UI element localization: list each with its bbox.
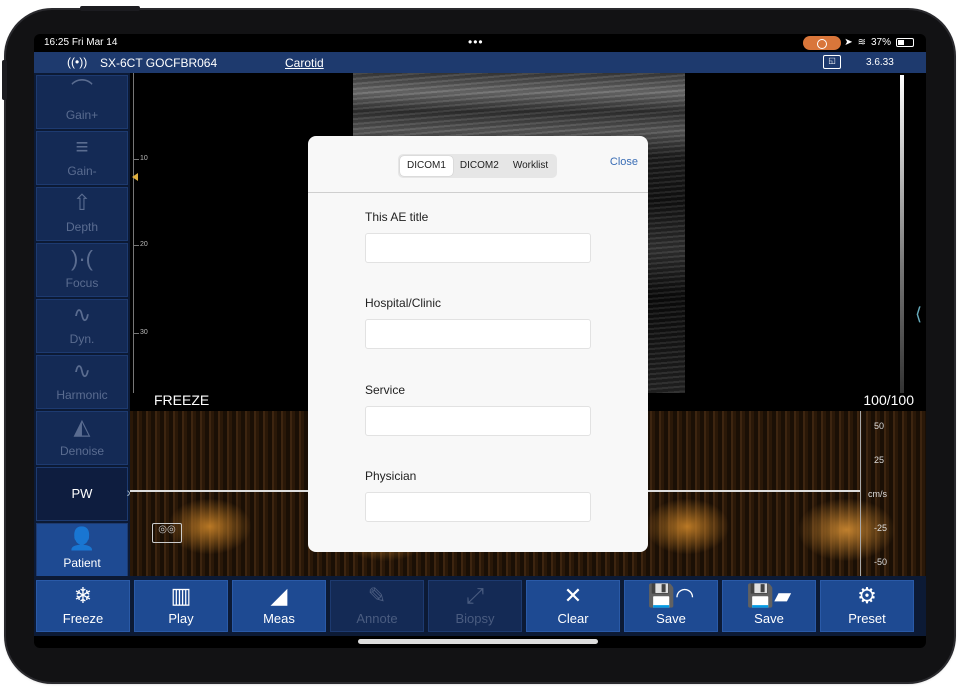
clear-button[interactable]: ✕ Clear: [526, 580, 620, 632]
dynamic-range-button[interactable]: ∿ Dyn.: [36, 299, 128, 353]
gain-up-button[interactable]: ⌒ Gain+: [36, 75, 128, 129]
wifi-icon: ≋: [857, 37, 866, 48]
save-image-button[interactable]: 💾◠ Save: [624, 580, 718, 632]
velocity-tick: 25: [874, 455, 885, 465]
play-button[interactable]: ▥ Play: [134, 580, 228, 632]
save-video-icon: 💾▰: [746, 583, 792, 608]
location-icon: ➤: [844, 37, 853, 48]
battery-percent: 37%: [870, 37, 891, 48]
tab-worklist[interactable]: Worklist: [506, 156, 555, 176]
biopsy-button[interactable]: ⤢ Biopsy: [428, 580, 522, 632]
cine-icon[interactable]: ◎◎: [152, 523, 182, 543]
x-icon: ✕: [563, 583, 583, 608]
gain-value: 100/100: [863, 392, 914, 408]
status-right: ➤ ≋ 37%: [844, 37, 914, 48]
hospital-label: Hospital/Clinic: [365, 296, 442, 310]
velocity-tick: -25: [874, 523, 888, 533]
bottom-toolbar: ❄ Freeze ▥ Play ◢ Meas ✎ Annote ⤢ Biopsy…: [34, 576, 926, 636]
velocity-tick: -50: [874, 557, 888, 567]
snowflake-icon: ❄: [73, 583, 93, 608]
ae-title-label: This AE title: [365, 210, 429, 224]
physician-label: Physician: [365, 469, 417, 483]
focus-icon: )·(: [71, 246, 93, 271]
screen-record-icon[interactable]: [803, 36, 841, 50]
depth-tick: 30: [140, 329, 148, 336]
preset-button[interactable]: ⚙ Preset: [820, 580, 914, 632]
velocity-tick: 50: [874, 421, 885, 431]
battery-icon: [896, 38, 914, 47]
dicom-settings-dialog: DICOM1 DICOM2 Worklist Close This AE tit…: [308, 136, 648, 552]
service-label: Service: [365, 383, 406, 397]
depth-icon: ⇧: [72, 190, 92, 215]
app-header: ((•)) SX-6CT GOCFBR064 Carotid ◱ 3.6.33: [34, 52, 926, 73]
harmonic-icon: ∿: [72, 358, 92, 383]
multitask-dots[interactable]: •••: [468, 35, 484, 49]
patient-icon: 👤: [68, 526, 96, 551]
save-video-button[interactable]: 💾▰ Save: [722, 580, 816, 632]
probe-signal-icon: ((•)): [67, 55, 88, 69]
velocity-scale-line: [860, 411, 861, 576]
dynamic-range-icon: ∿: [72, 302, 92, 327]
gear-icon: ⚙: [857, 583, 877, 608]
camera-icon[interactable]: ◱: [823, 55, 841, 69]
physician-input[interactable]: [365, 492, 591, 522]
biopsy-icon: ⤢: [466, 583, 484, 608]
sidebar: ⌒ Gain+ ≡ Gain- ⇧ Depth )·( Focus ∿ Dyn.…: [34, 73, 131, 577]
gain-down-button[interactable]: ≡ Gain-: [36, 131, 128, 185]
status-time: 16:25 Fri Mar 14: [44, 37, 118, 48]
denoise-icon: ◭: [73, 414, 91, 439]
velocity-unit: cm/s: [868, 489, 887, 499]
patient-button[interactable]: 👤 Patient: [36, 523, 128, 577]
depth-ruler: [133, 73, 134, 393]
status-bar: 16:25 Fri Mar 14 ••• ➤ ≋ 37%: [34, 34, 926, 52]
pw-mode-button[interactable]: PW ›: [36, 467, 131, 521]
harmonic-button[interactable]: ∿ Harmonic: [36, 355, 128, 409]
gray-scale-bar: [900, 75, 904, 393]
annotate-button[interactable]: ✎ Annote: [330, 580, 424, 632]
freeze-button[interactable]: ❄ Freeze: [36, 580, 130, 632]
tab-dicom2[interactable]: DICOM2: [453, 156, 506, 176]
depth-tick: 20: [140, 241, 148, 248]
ruler-icon: ◢: [270, 583, 288, 608]
screen: 16:25 Fri Mar 14 ••• ➤ ≋ 37% ((•)) SX-6C…: [34, 34, 926, 648]
depth-tick: 10: [140, 155, 148, 162]
ae-title-input[interactable]: [365, 233, 591, 263]
probe-name: SX-6CT GOCFBR064: [100, 56, 218, 70]
service-input[interactable]: [365, 406, 591, 436]
close-button[interactable]: Close: [610, 156, 638, 168]
preset-link[interactable]: Carotid: [285, 56, 324, 70]
gain-down-icon: ≡: [75, 134, 89, 159]
tab-dicom1[interactable]: DICOM1: [400, 156, 453, 176]
freeze-indicator: FREEZE: [154, 392, 210, 408]
denoise-button[interactable]: ◭ Denoise: [36, 411, 128, 465]
chevron-left-icon[interactable]: ⟨: [915, 304, 926, 344]
focus-button[interactable]: )·( Focus: [36, 243, 128, 297]
save-image-icon: 💾◠: [647, 583, 695, 608]
play-icon: ▥: [170, 583, 192, 608]
gain-up-icon: ⌒: [70, 78, 93, 103]
dialog-divider: [308, 192, 648, 193]
annotate-icon: ✎: [367, 583, 387, 608]
depth-button[interactable]: ⇧ Depth: [36, 187, 128, 241]
dicom-tab-control: DICOM1 DICOM2 Worklist: [398, 154, 558, 178]
app-version: 3.6.33: [866, 57, 894, 68]
measure-button[interactable]: ◢ Meas: [232, 580, 326, 632]
focus-marker[interactable]: [132, 173, 138, 181]
power-button: [2, 60, 7, 100]
hospital-input[interactable]: [365, 319, 591, 349]
home-indicator[interactable]: [358, 639, 598, 644]
volume-button: [80, 6, 140, 11]
